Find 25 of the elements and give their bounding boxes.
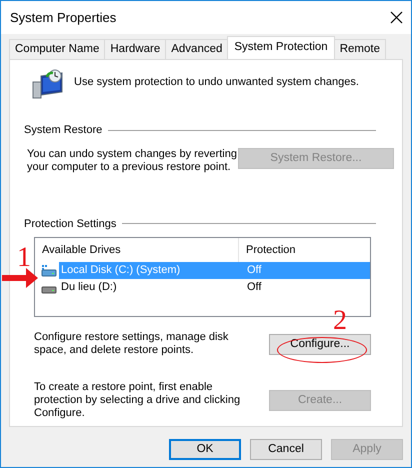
annotation-number: 2 [333,307,347,335]
protection-status: Off [246,280,262,296]
drive-row[interactable]: Du lieu (D:) Off [59,279,370,296]
protection-status: Off [246,263,262,278]
configure-button[interactable]: Configure... [269,334,371,354]
intro-text: Use system protection to undo unwanted system changes. [74,75,359,90]
close-icon[interactable] [390,11,403,24]
dialog-button[interactable]: Cancel [250,439,322,460]
system-restore-text: You can undo system changes by reverting your computer to a previous restore point. [27,148,237,174]
drive-name: Du lieu (D:) [60,280,118,296]
configure-text: Configure restore settings, manage disk space, and delete restore points. [34,331,230,357]
annotation-number: 1 [17,244,31,272]
create-text: To create a restore point, first enable protection by selecting a drive and clicking Configure. [34,381,242,420]
drive-icon [41,264,57,276]
tab[interactable]: Remote [334,39,386,59]
drive-name: Local Disk (C:) (System) [60,263,182,278]
pointer-arrow-drawing [2,266,38,290]
dialog-button[interactable]: OK [169,439,241,460]
computer-restore-icon [32,68,64,100]
window-title: System Properties [10,8,116,27]
column-header[interactable]: Protection [239,238,303,262]
group-heading: Protection Settings [24,216,116,232]
tab[interactable]: System Protection [227,36,335,59]
group-heading: System Restore [24,123,102,138]
tab[interactable]: Computer Name [9,39,106,59]
